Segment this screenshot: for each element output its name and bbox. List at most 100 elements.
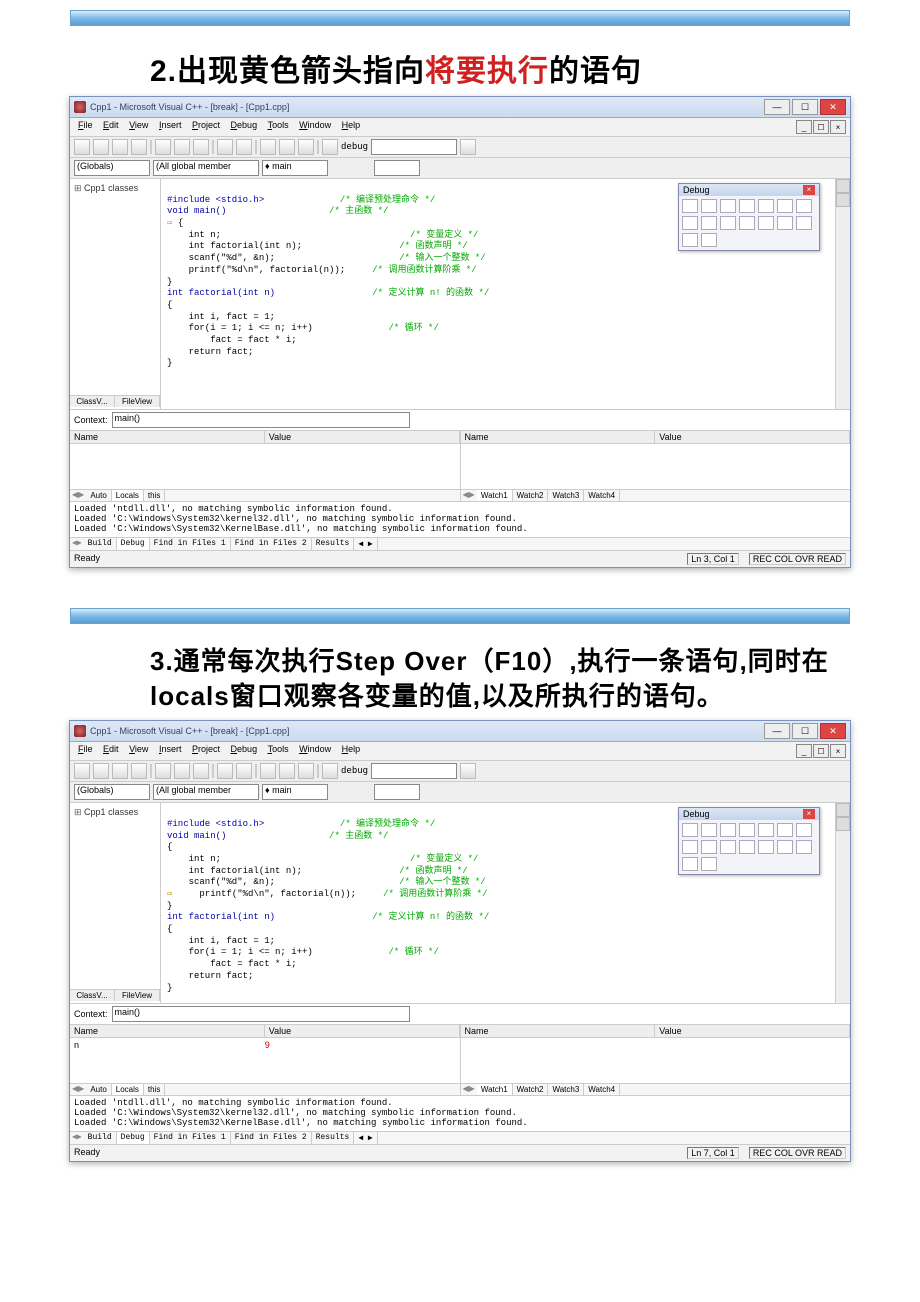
registers-icon[interactable] [777, 216, 793, 230]
out-tab-find1-2[interactable]: Find in Files 1 [150, 1132, 231, 1144]
find-icon[interactable] [322, 139, 338, 155]
break-icon[interactable] [720, 199, 736, 213]
config-combo[interactable]: debug [341, 142, 368, 152]
paste-button[interactable] [193, 763, 209, 779]
redo-button[interactable] [236, 763, 252, 779]
mdi-close[interactable]: × [830, 120, 846, 134]
tab-this[interactable]: this [144, 490, 165, 501]
out-tab-scroll[interactable]: ◀ ▶ [354, 538, 377, 550]
mdi-minimize[interactable]: _ [796, 120, 812, 134]
undo-button[interactable] [217, 139, 233, 155]
find-combo[interactable] [371, 763, 457, 779]
mdi-restore[interactable]: ☐ [813, 744, 829, 758]
run-to-icon[interactable] [701, 216, 717, 230]
new-button[interactable] [74, 763, 90, 779]
copy-button[interactable] [174, 139, 190, 155]
out-tab-debug[interactable]: Debug [117, 538, 150, 550]
apply-icon[interactable] [739, 199, 755, 213]
save-button[interactable] [112, 139, 128, 155]
out-tab-find2-2[interactable]: Find in Files 2 [231, 1132, 312, 1144]
restart-icon[interactable] [682, 823, 698, 837]
minimize-button[interactable]: — [764, 99, 790, 115]
variables-icon[interactable] [758, 840, 774, 854]
step-over-icon[interactable] [796, 199, 812, 213]
open-button[interactable] [93, 763, 109, 779]
close-button[interactable]: ✕ [820, 723, 846, 739]
cut-button[interactable] [155, 763, 171, 779]
editor-scrollbar-2[interactable] [835, 803, 850, 1003]
maximize-button[interactable]: ☐ [792, 723, 818, 739]
memory-icon[interactable] [796, 840, 812, 854]
save-button[interactable] [112, 763, 128, 779]
menu-view[interactable]: View [125, 744, 152, 754]
tree-root[interactable]: Cpp1 classes [74, 183, 156, 194]
members-combo[interactable]: (All global member [153, 160, 259, 176]
watch-rows[interactable] [461, 444, 851, 489]
mdi-minimize[interactable]: _ [796, 744, 812, 758]
run-to-icon[interactable] [701, 840, 717, 854]
menu-tools[interactable]: Tools [264, 744, 293, 754]
menu-help[interactable]: Help [338, 120, 365, 130]
menu-file[interactable]: File [74, 744, 97, 754]
tab-fileview[interactable]: FileView [115, 990, 160, 1001]
debug-toolbar[interactable]: Debug× [678, 183, 820, 251]
tab-classview[interactable]: ClassV... [70, 990, 115, 1001]
break-icon[interactable] [720, 823, 736, 837]
restart-icon[interactable] [682, 199, 698, 213]
menu-tools[interactable]: Tools [264, 120, 293, 130]
output-button[interactable] [279, 763, 295, 779]
out-tab-build[interactable]: Build [84, 538, 117, 550]
memory-icon[interactable] [796, 216, 812, 230]
context-combo[interactable]: main() [112, 412, 410, 428]
menu-edit[interactable]: Edit [99, 120, 123, 130]
out-tab-find2[interactable]: Find in Files 2 [231, 538, 312, 550]
tab-locals-2[interactable]: Locals [112, 1084, 144, 1095]
out-tab-scroll-2[interactable]: ◀ ▶ [354, 1132, 377, 1144]
function-combo[interactable]: ♦ main [262, 160, 328, 176]
menu-project[interactable]: Project [188, 744, 224, 754]
workspace-button[interactable] [260, 763, 276, 779]
paste-button[interactable] [193, 139, 209, 155]
tab-watch4-2[interactable]: Watch4 [584, 1084, 620, 1095]
saveall-button[interactable] [131, 139, 147, 155]
tab-watch2[interactable]: Watch2 [513, 490, 549, 501]
mdi-close[interactable]: × [830, 744, 846, 758]
menu-edit[interactable]: Edit [99, 744, 123, 754]
tab-watch3-2[interactable]: Watch3 [548, 1084, 584, 1095]
context-combo-2[interactable]: main() [112, 1006, 410, 1022]
tree-root-2[interactable]: Cpp1 classes [74, 807, 156, 818]
menu-debug[interactable]: Debug [227, 120, 262, 130]
titlebar-2[interactable]: Cpp1 - Microsoft Visual C++ - [break] - … [70, 721, 850, 742]
find-combo[interactable] [371, 139, 457, 155]
class-tree-2[interactable]: Cpp1 classes [70, 803, 160, 822]
tab-watch1-2[interactable]: Watch1 [477, 1084, 513, 1095]
watch-icon[interactable] [739, 216, 755, 230]
menu-view[interactable]: View [125, 120, 152, 130]
tab-auto-2[interactable]: Auto [86, 1084, 111, 1095]
stop-icon[interactable] [701, 823, 717, 837]
editor-scrollbar[interactable] [835, 179, 850, 409]
step-out-icon[interactable] [682, 216, 698, 230]
registers-icon[interactable] [777, 840, 793, 854]
class-tree[interactable]: Cpp1 classes [70, 179, 160, 198]
redo-button[interactable] [236, 139, 252, 155]
disasm-icon[interactable] [701, 857, 717, 871]
out-tab-build-2[interactable]: Build [84, 1132, 117, 1144]
find-icon[interactable] [322, 763, 338, 779]
output-button[interactable] [279, 139, 295, 155]
out-tab-results[interactable]: Results [312, 538, 355, 550]
titlebar[interactable]: Cpp1 - Microsoft Visual C++ - [break] - … [70, 97, 850, 118]
output-lines[interactable]: Loaded 'ntdll.dll', no matching symbolic… [70, 502, 850, 537]
tab-watch3[interactable]: Watch3 [548, 490, 584, 501]
watch-rows-2[interactable] [461, 1038, 851, 1083]
callstack-icon[interactable] [682, 233, 698, 247]
new-button[interactable] [74, 139, 90, 155]
cut-button[interactable] [155, 139, 171, 155]
findinfiles-button[interactable] [298, 139, 314, 155]
tab-locals[interactable]: Locals [112, 490, 144, 501]
function-combo[interactable]: ♦ main [262, 784, 328, 800]
globals-combo[interactable]: (Globals) [74, 160, 150, 176]
open-button[interactable] [93, 139, 109, 155]
quickwatch-icon[interactable] [720, 216, 736, 230]
step-into-icon[interactable] [777, 199, 793, 213]
